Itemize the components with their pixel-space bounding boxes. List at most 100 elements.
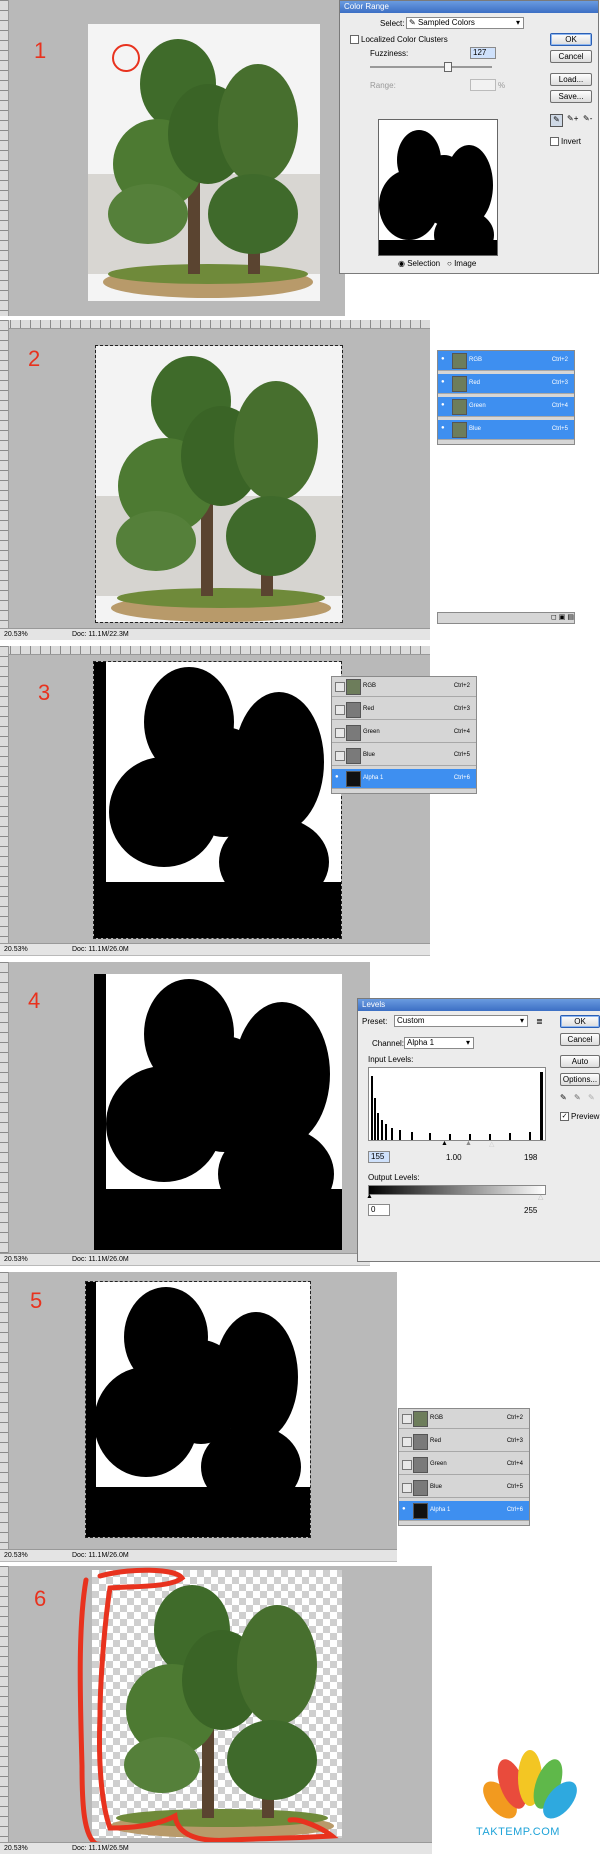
channel-name: RGB	[469, 357, 483, 363]
input-levels-label: Input Levels:	[368, 1055, 414, 1064]
localized-checkbox[interactable]	[350, 35, 359, 44]
channel-name: Alpha 1	[430, 1507, 451, 1513]
channel-row-alpha[interactable]: ● Alpha 1 Ctrl+6	[399, 1501, 529, 1521]
select-dropdown[interactable]: ✎ Sampled Colors ▾	[406, 17, 524, 29]
output-black-field[interactable]: 0	[368, 1204, 390, 1216]
black-point-eyedropper-icon[interactable]: ✎	[560, 1093, 567, 1102]
channel-row-red[interactable]: ● Red Ctrl+3	[438, 374, 574, 394]
brand-name: TAKTEMP.COM	[476, 1826, 560, 1838]
options-button[interactable]: Options...	[560, 1073, 600, 1086]
save-selection-icon[interactable]: ◻	[551, 614, 557, 621]
channel-row-rgb[interactable]: RGB Ctrl+2	[399, 1409, 529, 1429]
delete-channel-icon[interactable]: ▤	[567, 614, 574, 621]
ok-button[interactable]: OK	[550, 33, 592, 46]
cancel-button[interactable]: Cancel	[560, 1033, 600, 1046]
channel-thumbnail	[413, 1480, 428, 1496]
eye-toggle[interactable]	[402, 1483, 412, 1493]
eye-toggle[interactable]	[402, 1414, 412, 1424]
channel-row-rgb[interactable]: ● RGB Ctrl+2	[438, 351, 574, 371]
auto-button[interactable]: Auto	[560, 1055, 600, 1068]
eye-toggle[interactable]	[402, 1437, 412, 1447]
step-number: 5	[30, 1288, 43, 1313]
channel-row-blue[interactable]: Blue Ctrl+5	[399, 1478, 529, 1498]
radio-image-label: Image	[454, 259, 477, 268]
color-range-dialog: Color Range Select: ✎ Sampled Colors ▾ L…	[339, 0, 599, 274]
dialog-title: Levels	[358, 999, 600, 1011]
channel-thumbnail	[346, 702, 361, 718]
cancel-button[interactable]: Cancel	[550, 50, 592, 63]
channel-row-red[interactable]: Red Ctrl+3	[399, 1432, 529, 1452]
input-black-field[interactable]: 155	[368, 1151, 390, 1163]
eye-icon[interactable]: ●	[441, 379, 449, 387]
preset-menu-icon[interactable]: ≣	[536, 1017, 543, 1026]
eye-icon[interactable]: ●	[402, 1506, 410, 1514]
chevron-down-icon: ▾	[519, 1016, 524, 1025]
channel-row-green[interactable]: Green Ctrl+4	[332, 723, 476, 743]
eye-toggle[interactable]	[335, 682, 345, 692]
eye-toggle[interactable]	[402, 1460, 412, 1470]
input-black-slider[interactable]: ▲	[441, 1140, 448, 1147]
levels-dialog: Levels Preset: Custom ▾ ≣ Channel: Alpha…	[357, 998, 600, 1262]
input-white-field[interactable]: 198	[524, 1153, 537, 1162]
channel-row-blue[interactable]: Blue Ctrl+5	[332, 746, 476, 766]
select-label: Select:	[380, 19, 405, 28]
eye-icon[interactable]: ●	[441, 425, 449, 433]
channel-row-green[interactable]: Green Ctrl+4	[399, 1455, 529, 1475]
channel-thumbnail	[346, 679, 361, 695]
eye-toggle[interactable]	[335, 728, 345, 738]
channel-row-alpha[interactable]: ● Alpha 1 Ctrl+6	[332, 769, 476, 789]
channel-dropdown[interactable]: Alpha 1 ▾	[404, 1037, 474, 1049]
input-white-slider[interactable]: △	[489, 1140, 494, 1148]
channel-thumbnail	[346, 725, 361, 741]
histogram	[368, 1067, 546, 1141]
fuzziness-slider-track[interactable]	[370, 66, 492, 68]
preview-checkbox[interactable]: ✓	[560, 1112, 569, 1121]
alpha-canvas[interactable]	[93, 661, 342, 939]
channel-thumbnail	[452, 376, 467, 392]
dialog-title: Color Range	[340, 1, 598, 13]
ok-button[interactable]: OK	[560, 1015, 600, 1028]
doc-size: Doc: 11.1M/26.0M	[72, 1552, 129, 1559]
red-brush-outline	[77, 1567, 339, 1850]
output-white-slider[interactable]: △	[538, 1193, 543, 1201]
status-bar: 20.53% Doc: 11.1M/26.0M	[0, 1253, 370, 1265]
eyedropper-plus-icon[interactable]: ✎+	[567, 114, 578, 123]
eye-toggle[interactable]	[335, 705, 345, 715]
channel-name: Green	[430, 1461, 447, 1467]
doc-size: Doc: 11.1M/22.3M	[72, 631, 129, 638]
preset-dropdown[interactable]: Custom ▾	[394, 1015, 528, 1027]
gray-point-eyedropper-icon[interactable]: ✎	[574, 1093, 581, 1102]
eyedropper-minus-icon[interactable]: ✎-	[583, 114, 592, 123]
preview-mask	[379, 130, 497, 255]
eye-toggle[interactable]	[335, 751, 345, 761]
channel-shortcut: Ctrl+6	[453, 775, 470, 781]
fuzziness-slider-knob[interactable]	[444, 62, 452, 72]
channel-thumbnail	[413, 1434, 428, 1450]
save-button[interactable]: Save...	[550, 90, 592, 103]
channel-row-blue[interactable]: ● Blue Ctrl+5	[438, 420, 574, 440]
radio-selection[interactable]: ◉ Selection	[398, 259, 440, 268]
eye-icon[interactable]: ●	[335, 774, 343, 782]
output-white-field[interactable]: 255	[524, 1206, 537, 1215]
invert-checkbox[interactable]	[550, 137, 559, 146]
channel-row-red[interactable]: Red Ctrl+3	[332, 700, 476, 720]
step-number: 3	[38, 680, 51, 705]
channel-row-green[interactable]: ● Green Ctrl+4	[438, 397, 574, 417]
channel-row-rgb[interactable]: RGB Ctrl+2	[332, 677, 476, 697]
fuzziness-input[interactable]: 127	[470, 47, 496, 59]
selected-tree-canvas[interactable]	[95, 345, 343, 623]
eye-icon[interactable]: ●	[441, 402, 449, 410]
input-gamma-field[interactable]: 1.00	[446, 1153, 462, 1162]
eye-icon[interactable]: ●	[441, 356, 449, 364]
alpha-canvas[interactable]	[85, 1281, 311, 1538]
select-value: Sampled Colors	[417, 18, 475, 27]
new-channel-icon[interactable]: ▣	[559, 614, 566, 621]
load-button[interactable]: Load...	[550, 73, 592, 86]
tree-canvas[interactable]	[88, 24, 320, 301]
alpha-canvas[interactable]	[94, 974, 342, 1250]
white-point-eyedropper-icon[interactable]: ✎	[588, 1093, 595, 1102]
output-black-slider[interactable]: ▲	[366, 1193, 373, 1200]
eyedropper-tool-icon[interactable]: ✎	[550, 114, 563, 127]
input-gamma-slider[interactable]: ▲	[465, 1140, 472, 1147]
radio-image[interactable]: ○ Image	[447, 259, 476, 268]
